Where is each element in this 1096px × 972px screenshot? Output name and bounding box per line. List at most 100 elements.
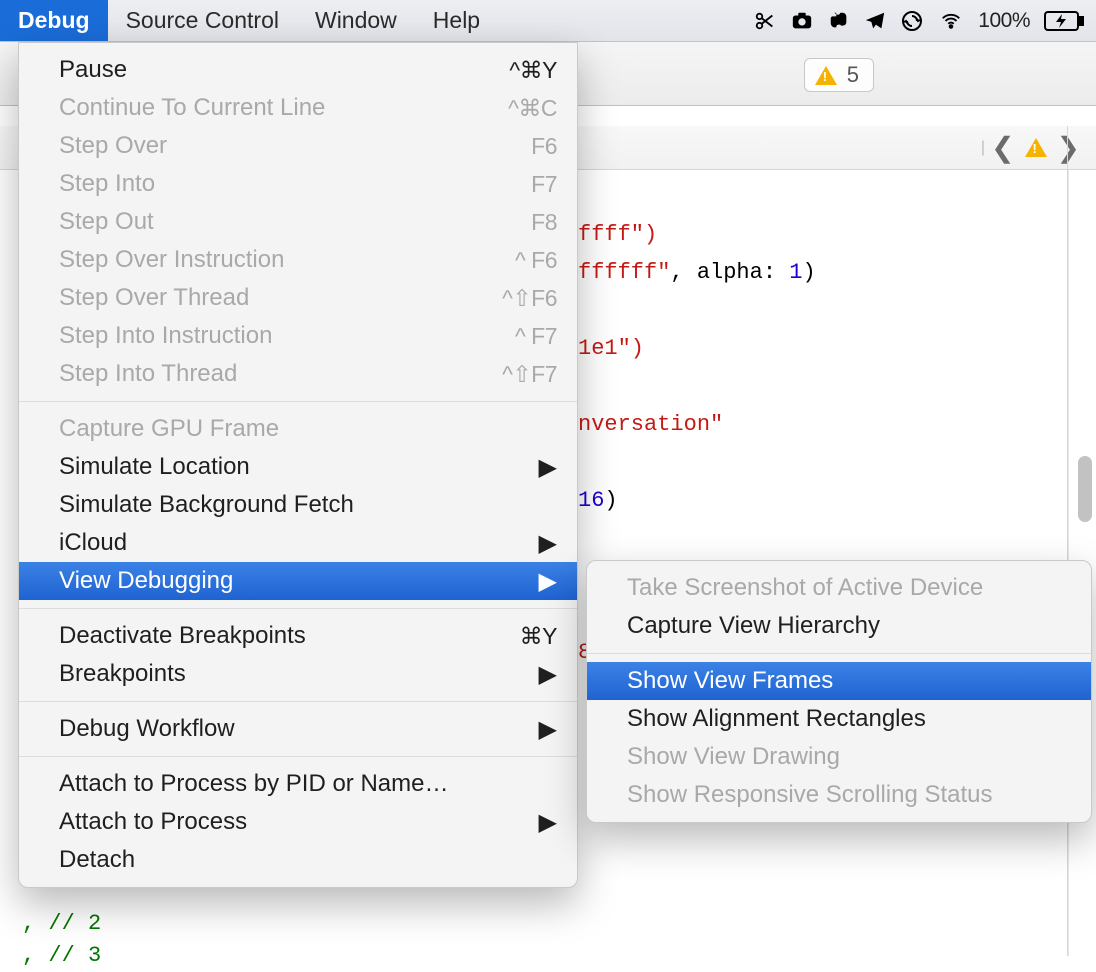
submenu-item-show-responsive-scrolling-status: Show Responsive Scrolling Status (587, 776, 1091, 814)
menu-item-shortcut: F6 (531, 133, 557, 160)
scissors-icon[interactable] (754, 0, 776, 41)
menu-item-label: Attach to Process by PID or Name… (59, 770, 557, 798)
menu-separator (19, 401, 577, 402)
submenu-arrow-icon: ▶ (539, 715, 557, 744)
submenu-arrow-icon: ▶ (539, 453, 557, 482)
submenu-arrow-icon: ▶ (539, 529, 557, 558)
menu-item-deactivate-breakpoints[interactable]: Deactivate Breakpoints ⌘Y (19, 617, 577, 655)
menu-item-capture-gpu-frame: Capture GPU Frame (19, 410, 577, 448)
battery-percent-label: 100% (978, 0, 1030, 41)
menu-separator (19, 608, 577, 609)
menu-item-label: Step Into (59, 170, 531, 198)
menu-separator (19, 756, 577, 757)
nav-back-icon[interactable]: ❮ (987, 131, 1018, 164)
menubar: Debug Source Control Window Help (0, 0, 1096, 42)
menubar-item-window[interactable]: Window (297, 0, 415, 41)
menu-item-shortcut: ^ F6 (515, 247, 557, 274)
submenu-arrow-icon: ▶ (539, 567, 557, 596)
menu-item-label: Detach (59, 846, 557, 874)
menubar-item-source-control[interactable]: Source Control (108, 0, 297, 41)
view-debugging-submenu: Take Screenshot of Active Device Capture… (586, 560, 1092, 823)
menu-item-view-debugging[interactable]: View Debugging ▶ (19, 562, 577, 600)
telegram-icon[interactable] (864, 0, 886, 41)
menu-item-simulate-location[interactable]: Simulate Location ▶ (19, 448, 577, 486)
submenu-item-show-alignment-rectangles[interactable]: Show Alignment Rectangles (587, 700, 1091, 738)
menu-item-label: View Debugging (59, 567, 539, 595)
menu-item-detach[interactable]: Detach (19, 841, 577, 879)
code-token: , // 2 (22, 911, 101, 936)
menu-item-step-out: Step Out F8 (19, 203, 577, 241)
debug-menu: Pause ^⌘Y Continue To Current Line ^⌘C S… (18, 42, 578, 888)
menu-item-label: Continue To Current Line (59, 94, 508, 122)
code-token: 1 (789, 260, 802, 285)
menu-separator (19, 701, 577, 702)
menu-item-label: Step Into Thread (59, 360, 502, 388)
menu-item-label: Breakpoints (59, 660, 539, 688)
code-token: 16 (578, 488, 604, 513)
menu-item-label: Attach to Process (59, 808, 539, 836)
menu-item-shortcut: ^⇧F6 (502, 285, 557, 312)
evernote-icon[interactable] (828, 0, 850, 41)
menu-item-label: Take Screenshot of Active Device (627, 574, 1071, 602)
menu-item-step-over-thread: Step Over Thread ^⇧F6 (19, 279, 577, 317)
menu-item-icloud[interactable]: iCloud ▶ (19, 524, 577, 562)
warning-triangle-icon (1025, 138, 1047, 157)
menu-item-label: Step Over (59, 132, 531, 160)
nav-arrows: | ❮ ❯ (981, 126, 1084, 169)
submenu-arrow-icon: ▶ (539, 808, 557, 837)
menu-item-label: Deactivate Breakpoints (59, 622, 520, 650)
menu-item-label: Simulate Background Fetch (59, 491, 557, 519)
submenu-arrow-icon: ▶ (539, 660, 557, 689)
menu-item-label: Simulate Location (59, 453, 539, 481)
camera-icon[interactable] (790, 0, 814, 41)
menu-item-attach-to-process[interactable]: Attach to Process ▶ (19, 803, 577, 841)
warning-triangle-icon (815, 66, 837, 85)
menu-item-label: Show View Frames (627, 667, 1071, 695)
battery-charging-icon[interactable] (1044, 0, 1084, 41)
menu-item-step-over-instruction: Step Over Instruction ^ F6 (19, 241, 577, 279)
menu-item-step-into-instruction: Step Into Instruction ^ F7 (19, 317, 577, 355)
code-editor-bottom: , // 2 , // 3 (22, 908, 101, 972)
menu-item-label: Capture GPU Frame (59, 415, 557, 443)
menu-item-step-into-thread: Step Into Thread ^⇧F7 (19, 355, 577, 393)
menu-item-label: Show Responsive Scrolling Status (627, 781, 1071, 809)
menu-item-label: Debug Workflow (59, 715, 539, 743)
submenu-item-show-view-drawing: Show View Drawing (587, 738, 1091, 776)
code-token: ffffff" (578, 260, 670, 285)
menu-item-shortcut: ^⌘C (508, 95, 557, 122)
code-token: , alpha: (670, 260, 789, 285)
nav-forward-icon[interactable]: ❯ (1053, 131, 1084, 164)
sync-icon[interactable] (900, 0, 924, 41)
submenu-item-capture-view-hierarchy[interactable]: Capture View Hierarchy (587, 607, 1091, 645)
submenu-item-show-view-frames[interactable]: Show View Frames (587, 662, 1091, 700)
menu-item-debug-workflow[interactable]: Debug Workflow ▶ (19, 710, 577, 748)
code-token: nversation" (578, 412, 723, 437)
menu-item-label: Show Alignment Rectangles (627, 705, 1071, 733)
menubar-item-debug[interactable]: Debug (0, 0, 108, 41)
menu-separator (587, 653, 1091, 654)
menu-item-pause[interactable]: Pause ^⌘Y (19, 51, 577, 89)
menu-item-shortcut: ^ F7 (515, 323, 557, 350)
code-token: ffff") (578, 222, 657, 247)
menu-item-label: Show View Drawing (627, 743, 1071, 771)
menu-item-step-into: Step Into F7 (19, 165, 577, 203)
menu-item-breakpoints[interactable]: Breakpoints ▶ (19, 655, 577, 693)
warnings-count: 5 (847, 62, 859, 88)
menubar-item-help[interactable]: Help (415, 0, 498, 41)
menu-item-simulate-background-fetch[interactable]: Simulate Background Fetch (19, 486, 577, 524)
menu-item-shortcut: ⌘Y (520, 623, 557, 650)
menu-item-shortcut: F7 (531, 171, 557, 198)
warnings-badge[interactable]: 5 (804, 58, 874, 92)
menu-item-label: Step Into Instruction (59, 322, 515, 350)
menu-item-label: Capture View Hierarchy (627, 612, 1071, 640)
submenu-item-take-screenshot: Take Screenshot of Active Device (587, 569, 1091, 607)
menu-item-label: Step Over Instruction (59, 246, 515, 274)
code-token: ) (802, 260, 815, 285)
menu-item-step-over: Step Over F6 (19, 127, 577, 165)
menu-item-shortcut: F8 (531, 209, 557, 236)
wifi-icon[interactable] (938, 0, 964, 41)
menu-item-label: Step Out (59, 208, 531, 236)
menu-item-attach-to-process-by-pid[interactable]: Attach to Process by PID or Name… (19, 765, 577, 803)
menu-item-continue-to-current-line: Continue To Current Line ^⌘C (19, 89, 577, 127)
menu-item-shortcut: ^⇧F7 (502, 361, 557, 388)
